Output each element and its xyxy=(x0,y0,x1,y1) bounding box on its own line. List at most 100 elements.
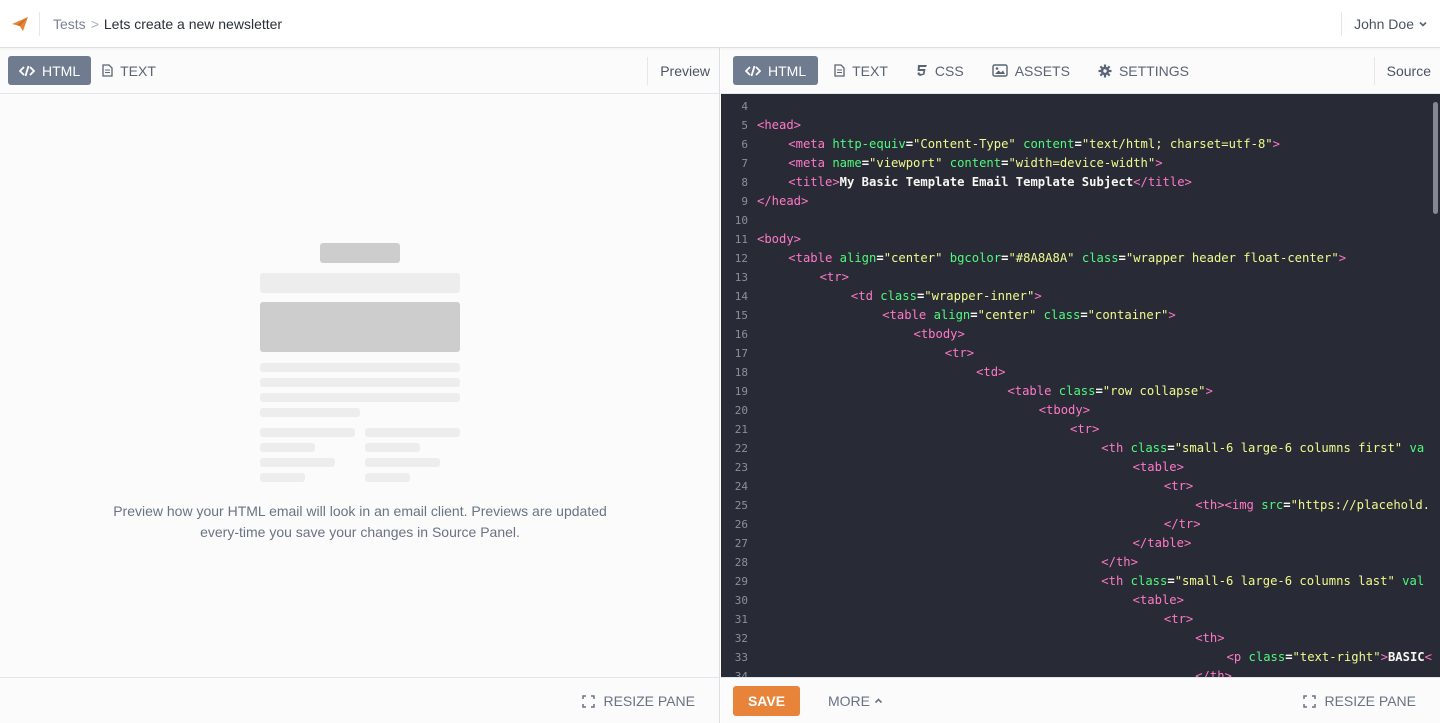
line-number: 17 xyxy=(734,347,748,360)
tab-source-settings[interactable]: SETTINGS xyxy=(1086,56,1201,85)
line-number: 19 xyxy=(734,385,748,398)
resize-pane-label: RESIZE PANE xyxy=(603,693,695,709)
code-line: 12 <table align="center" bgcolor="#8A8A8A… xyxy=(721,249,1440,268)
line-number: 34 xyxy=(734,670,748,677)
preview-message: Preview how your HTML email will look in… xyxy=(113,503,607,540)
placeholder-block xyxy=(260,428,355,437)
line-number: 21 xyxy=(734,423,748,436)
tab-label: CSS xyxy=(934,62,964,79)
line-number: 6 xyxy=(741,138,748,151)
code-text: </th> xyxy=(1101,555,1138,569)
breadcrumb-parent[interactable]: Tests xyxy=(53,16,86,32)
code-line: 17 <tr> xyxy=(721,344,1440,363)
code-line: 5 <head> xyxy=(721,116,1440,135)
pane-label-source: Source xyxy=(1373,57,1440,85)
line-number: 14 xyxy=(734,290,748,303)
tab-preview-text[interactable]: TEXT xyxy=(91,56,167,85)
code-text: <table> xyxy=(1132,593,1184,607)
code-text: <tbody> xyxy=(1038,403,1091,417)
user-menu[interactable]: John Doe xyxy=(1341,12,1440,36)
code-text: <table align="center" bgcolor="#8A8A8A" … xyxy=(788,251,1347,265)
source-tabs: HTML TEXT CSS ASSETS SETTINGS Source xyxy=(721,48,1440,94)
line-number: 23 xyxy=(734,461,748,474)
code-text: <meta name="viewport" content="width=dev… xyxy=(788,156,1163,170)
line-number: 8 xyxy=(741,176,748,189)
line-number: 9 xyxy=(741,195,748,208)
pane-label-preview: Preview xyxy=(647,57,719,85)
preview-tabs: HTML TEXT Preview xyxy=(0,48,719,94)
code-line: 30 <table> xyxy=(721,591,1440,610)
code-line: 23 <table> xyxy=(721,458,1440,477)
placeholder-block xyxy=(365,458,440,467)
code-line: 27 </table> xyxy=(721,534,1440,553)
user-name: John Doe xyxy=(1354,16,1414,32)
more-button[interactable]: MORE xyxy=(828,693,883,709)
chevron-down-icon xyxy=(1418,19,1428,29)
line-number: 5 xyxy=(741,119,748,132)
line-number: 24 xyxy=(734,480,748,493)
placeholder-block xyxy=(365,428,460,437)
placeholder-block xyxy=(260,273,460,293)
code-icon xyxy=(19,65,35,77)
save-button[interactable]: SAVE xyxy=(733,686,800,716)
resize-pane-button[interactable]: RESIZE PANE xyxy=(1303,693,1416,709)
tab-source-css[interactable]: CSS xyxy=(904,56,976,85)
code-line: 20 <tbody> xyxy=(721,401,1440,420)
code-text: <th><img src="https://placehold. xyxy=(1195,498,1431,512)
line-number: 18 xyxy=(734,366,748,379)
code-text: <th class="small-6 large-6 columns last"… xyxy=(1101,574,1425,588)
tab-preview-html[interactable]: HTML xyxy=(8,56,92,85)
line-number: 15 xyxy=(734,309,748,322)
placeholder-block xyxy=(320,243,400,263)
code-text: <table class="row collapse"> xyxy=(1007,384,1213,398)
chevron-up-icon xyxy=(874,697,883,705)
code-text: <th> xyxy=(1195,631,1225,645)
code-line: 33 <p class="text-right">BASIC< xyxy=(721,648,1440,667)
code-text: <tr> xyxy=(1070,422,1100,436)
code-editor[interactable]: 4 5 <head> 6 <meta http-equiv="Content-Type"… xyxy=(721,94,1440,677)
source-pane: HTML TEXT CSS ASSETS SETTINGS Source 4 5… xyxy=(721,48,1440,723)
tab-label: HTML xyxy=(42,62,81,79)
code-line: 16 <tbody> xyxy=(721,325,1440,344)
app-logo[interactable] xyxy=(0,11,40,36)
code-text: <body> xyxy=(757,232,802,246)
line-number: 16 xyxy=(734,328,748,341)
line-number: 22 xyxy=(734,442,748,455)
code-line: 29 <th class="small-6 large-6 columns las… xyxy=(721,572,1440,591)
code-line: 18 <td> xyxy=(721,363,1440,382)
code-text: </tr> xyxy=(1163,517,1201,531)
preview-footer: RESIZE PANE xyxy=(0,677,719,723)
placeholder-block xyxy=(260,393,460,402)
code-line: 9 </head> xyxy=(721,192,1440,211)
code-text: <head> xyxy=(757,118,802,132)
tab-source-assets[interactable]: ASSETS xyxy=(980,56,1082,85)
top-bar: Tests > Lets create a new newsletter Joh… xyxy=(0,0,1440,48)
code-line: 8 <title>My Basic Template Email Template… xyxy=(721,173,1440,192)
code-text: <title>My Basic Template Email Template … xyxy=(788,175,1192,189)
code-line: 31 <tr> xyxy=(721,610,1440,629)
breadcrumb: Tests > Lets create a new newsletter xyxy=(53,16,282,32)
line-number: 25 xyxy=(734,499,748,512)
placeholder-block xyxy=(260,473,305,482)
placeholder-block xyxy=(260,378,460,387)
resize-pane-button[interactable]: RESIZE PANE xyxy=(582,693,695,709)
code-line: 34 </th> xyxy=(721,667,1440,677)
tab-label: HTML xyxy=(768,62,807,79)
code-line: 15 <table align="center" class="container… xyxy=(721,306,1440,325)
css-icon xyxy=(916,64,928,77)
line-number: 12 xyxy=(734,252,748,265)
code-line: 32 <th> xyxy=(721,629,1440,648)
line-number: 27 xyxy=(734,537,748,550)
tab-source-text[interactable]: TEXT xyxy=(822,56,900,85)
code-text: <tr> xyxy=(944,346,975,360)
line-number: 29 xyxy=(734,575,748,588)
code-line: 25 <th><img src="https://placehold. xyxy=(721,496,1440,515)
code-line: 22 <th class="small-6 large-6 columns fir… xyxy=(721,439,1440,458)
code-line: 21 <tr> xyxy=(721,420,1440,439)
image-icon xyxy=(992,64,1008,77)
code-line: 28 </th> xyxy=(721,553,1440,572)
tab-source-html[interactable]: HTML xyxy=(733,56,819,85)
line-number: 31 xyxy=(734,613,748,626)
line-number: 20 xyxy=(734,404,748,417)
document-icon xyxy=(102,64,113,77)
